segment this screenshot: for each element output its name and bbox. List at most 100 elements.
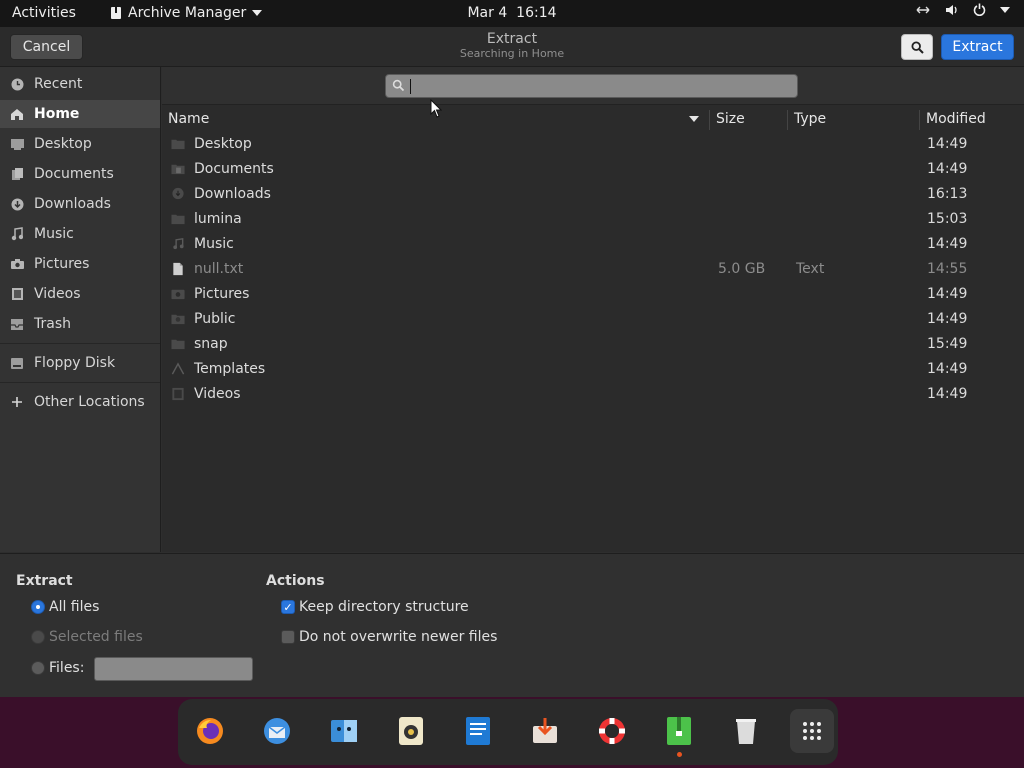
sidebar-item-label: Other Locations: [34, 394, 145, 410]
sidebar-item-recent[interactable]: Recent: [0, 70, 160, 98]
folder-music-icon: [173, 238, 184, 250]
sidebar-item-downloads[interactable]: Downloads: [0, 190, 160, 218]
radio-all-files[interactable]: All files: [31, 599, 99, 615]
search-input[interactable]: [385, 74, 798, 98]
help-icon: [599, 718, 625, 744]
title-block: Extract Searching in Home: [0, 31, 1024, 61]
dock-writer[interactable]: [456, 709, 500, 753]
sidebar-item-videos[interactable]: Videos: [0, 280, 160, 308]
checkbox-keep-directory-structure[interactable]: ✓ Keep directory structure: [281, 599, 469, 615]
app-menu[interactable]: Archive Manager: [110, 5, 263, 21]
file-row[interactable]: Videos 14:49: [162, 382, 1024, 407]
sidebar-item-trash[interactable]: Trash: [0, 310, 160, 338]
file-modified: 15:49: [927, 336, 968, 352]
dock-rhythmbox[interactable]: [389, 709, 433, 753]
file-modified: 14:49: [927, 386, 968, 402]
file-row[interactable]: Downloads 16:13: [162, 182, 1024, 207]
extract-heading: Extract: [16, 573, 73, 589]
thunderbird-icon: [264, 718, 290, 744]
software-icon: [533, 718, 557, 743]
dialog-title: Extract: [486, 31, 538, 47]
sidebar-item-desktop[interactable]: Desktop: [0, 130, 160, 158]
dock-archive-manager[interactable]: [657, 709, 701, 757]
system-tray[interactable]: [915, 3, 1010, 16]
downloads-icon: [9, 196, 25, 212]
network-icon: [916, 6, 930, 13]
column-size[interactable]: Size: [716, 111, 745, 127]
file-name: Downloads: [194, 186, 271, 202]
header-bar: Cancel Extract Searching in Home Extract: [0, 27, 1024, 67]
sidebar-item-label: Downloads: [34, 196, 111, 212]
dock-trash[interactable]: [724, 709, 768, 753]
clock-icon: [9, 76, 25, 92]
sidebar-item-music[interactable]: Music: [0, 220, 160, 248]
file-name: Templates: [194, 361, 266, 377]
dock-software[interactable]: [523, 709, 567, 753]
dialog-subtitle: Searching in Home: [459, 47, 565, 60]
file-modified: 14:49: [927, 311, 968, 327]
file-size: 5.0 GB: [718, 261, 766, 277]
chevron-down-icon: [1000, 6, 1010, 13]
sidebar-item-label: Pictures: [34, 256, 90, 272]
radio-indicator: [31, 630, 45, 644]
dock-firefox[interactable]: [188, 709, 232, 753]
radio-label: Files:: [49, 660, 85, 676]
radio-files[interactable]: Files:: [31, 660, 84, 676]
file-modified: 16:13: [927, 186, 968, 202]
file-row[interactable]: lumina 15:03: [162, 207, 1024, 232]
radio-indicator: [31, 661, 45, 675]
film-icon: [9, 286, 25, 302]
folder-icon: [171, 339, 185, 350]
file-row[interactable]: Desktop 14:49: [162, 132, 1024, 157]
sidebar-item-documents[interactable]: Documents: [0, 160, 160, 188]
extract-button[interactable]: Extract: [941, 34, 1014, 60]
files-pattern-input[interactable]: [94, 657, 253, 681]
checkmark-icon: ✓: [281, 600, 295, 614]
column-name[interactable]: Name: [168, 111, 209, 127]
column-modified[interactable]: Modified: [926, 111, 986, 127]
file-row[interactable]: snap 15:49: [162, 332, 1024, 357]
sidebar-item-floppy-disk[interactable]: Floppy Disk: [0, 349, 160, 377]
radio-label: All files: [49, 599, 100, 615]
checkbox-label: Keep directory structure: [299, 599, 469, 615]
writer-icon: [466, 717, 490, 745]
sidebar-item-other-locations[interactable]: Other Locations: [0, 388, 160, 416]
trash-icon: [736, 719, 756, 744]
dock-show-apps[interactable]: [790, 709, 834, 753]
sidebar-item-home[interactable]: Home: [0, 100, 160, 128]
sort-descending-icon[interactable]: [689, 116, 699, 122]
archive-manager-icon: [667, 717, 691, 745]
desktop-icon: [9, 136, 25, 152]
clock-button[interactable]: Mar 4 16:14: [467, 5, 556, 21]
checkbox-do-not-overwrite[interactable]: Do not overwrite newer files: [281, 629, 497, 645]
folder-icon: [171, 214, 185, 225]
trash-icon: [9, 316, 25, 332]
column-header: Name Size Type Modified: [162, 106, 1024, 132]
activities-button[interactable]: Activities: [12, 5, 76, 21]
file-name: Videos: [194, 386, 241, 402]
sidebar-item-label: Home: [34, 106, 80, 122]
cancel-button[interactable]: Cancel: [10, 34, 83, 60]
file-row[interactable]: Music 14:49: [162, 232, 1024, 257]
file-row[interactable]: Templates 14:49: [162, 357, 1024, 382]
file-row[interactable]: null.txt 5.0 GB Text 14:55: [162, 257, 1024, 282]
archive-app-icon: [111, 7, 121, 19]
folder-templates-icon: [171, 362, 185, 375]
search-icon: [392, 79, 405, 92]
file-row[interactable]: Pictures 14:49: [162, 282, 1024, 307]
dock-help[interactable]: [590, 709, 634, 753]
dock-files[interactable]: [322, 709, 366, 753]
file-modified: 14:49: [927, 236, 968, 252]
sidebar-item-label: Trash: [34, 316, 71, 332]
file-row[interactable]: Public 14:49: [162, 307, 1024, 332]
radio-selected-files[interactable]: Selected files: [31, 629, 143, 645]
file-name: snap: [194, 336, 228, 352]
dock-thunderbird[interactable]: [255, 709, 299, 753]
sidebar-item-pictures[interactable]: Pictures: [0, 250, 160, 278]
column-type[interactable]: Type: [794, 111, 826, 127]
file-name: Desktop: [194, 136, 252, 152]
file-row[interactable]: Documents 14:49: [162, 157, 1024, 182]
files-icon: [331, 720, 357, 742]
search-toggle-button[interactable]: [901, 34, 933, 60]
sidebar-item-label: Recent: [34, 76, 83, 92]
